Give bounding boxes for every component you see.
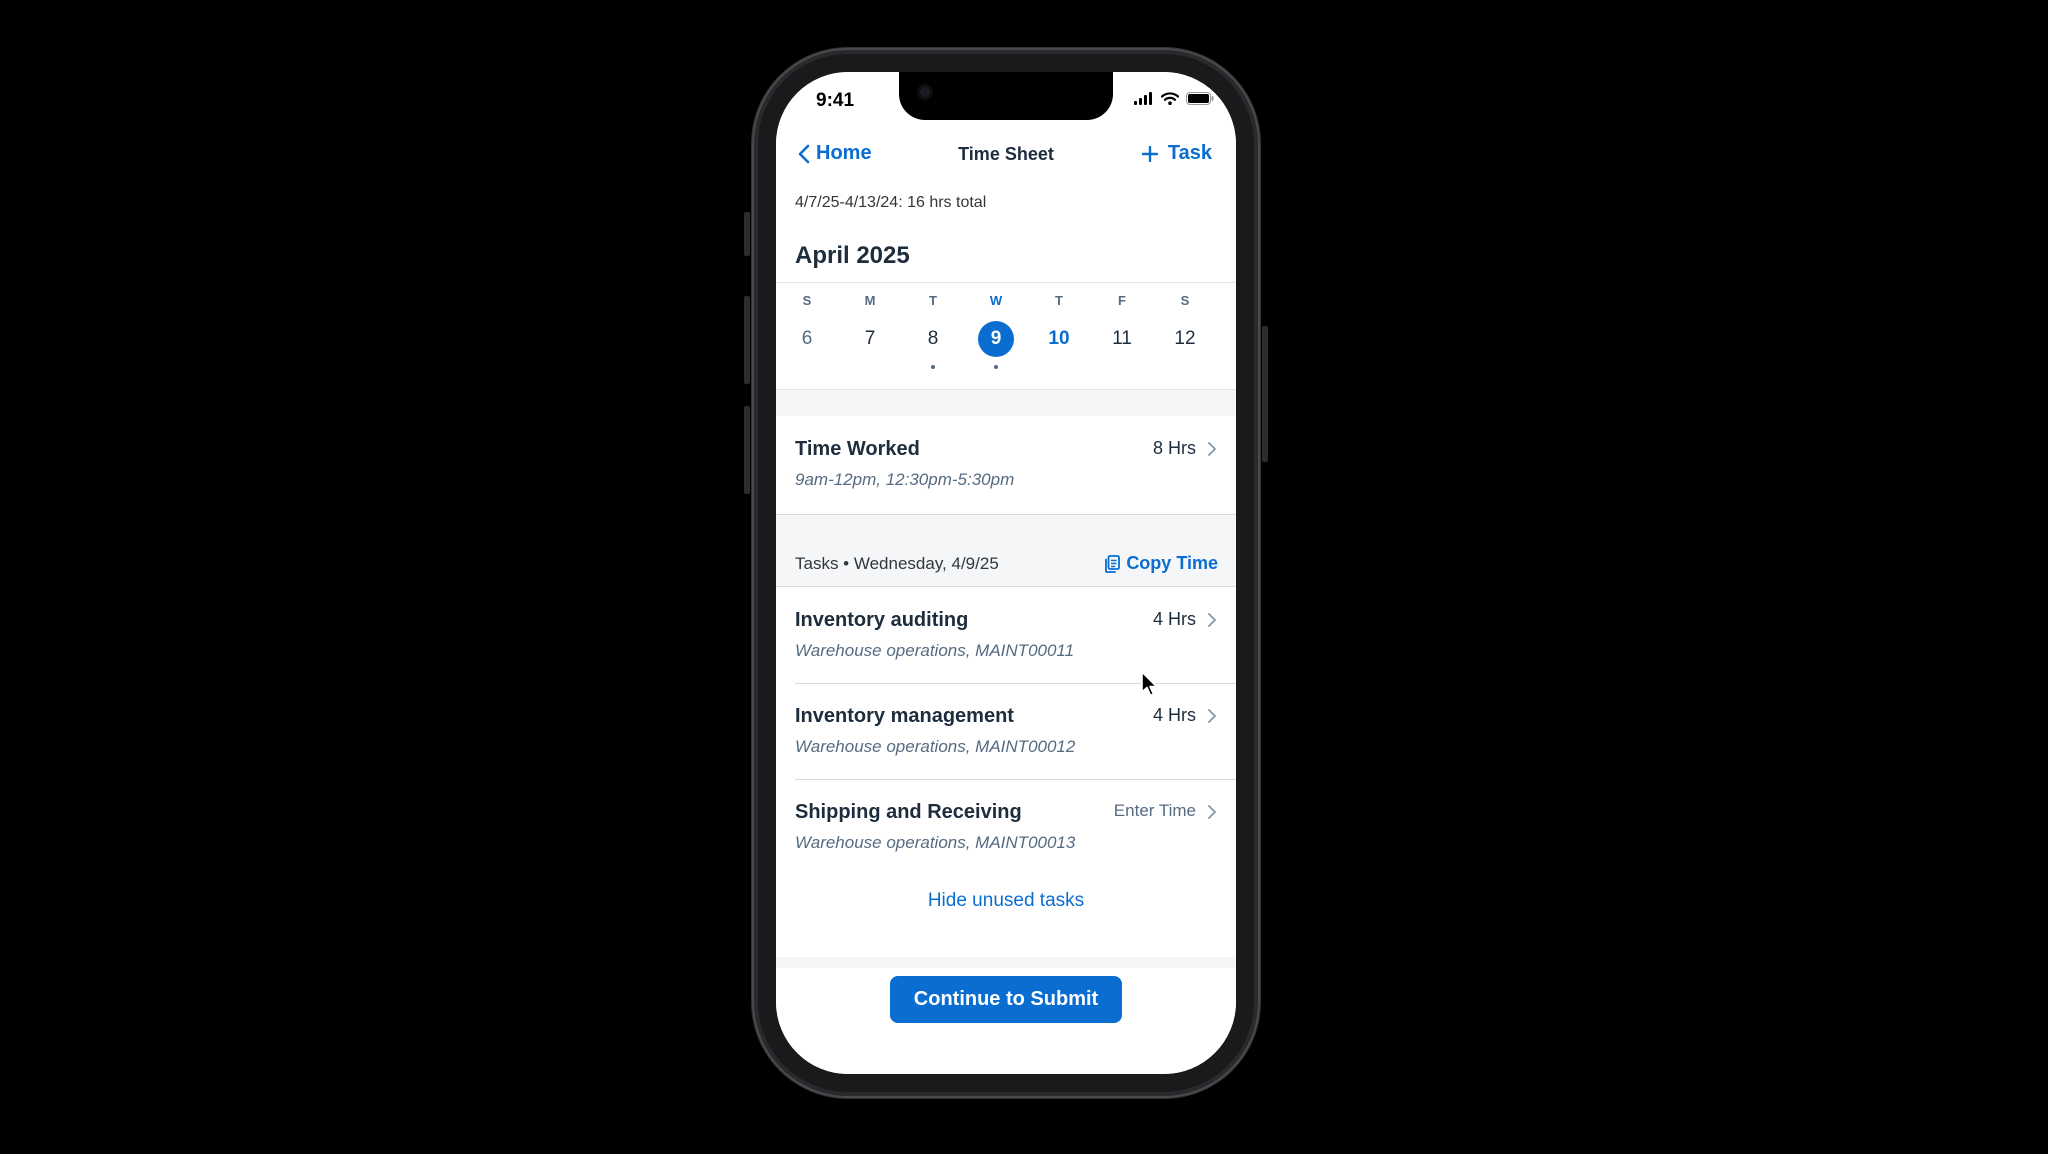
task-subtitle: Warehouse operations, MAINT00012 <box>795 737 1076 756</box>
copy-time-label: Copy Time <box>1126 553 1218 573</box>
task-row[interactable]: Shipping and Receiving Warehouse operati… <box>776 779 1236 875</box>
calendar-column: W 9 <box>965 283 1027 389</box>
calendar-day[interactable]: 8 <box>915 321 951 357</box>
task-subtitle: Warehouse operations, MAINT00011 <box>795 641 1075 660</box>
weekday-label: W <box>989 293 1003 308</box>
time-worked-card: Time Worked 9am-12pm, 12:30pm-5:30pm 8 H… <box>776 416 1236 515</box>
task-hours: 4 Hrs <box>1152 705 1196 725</box>
task-row[interactable]: Inventory auditing Warehouse operations,… <box>776 587 1236 683</box>
time-worked-subtitle: 9am-12pm, 12:30pm-5:30pm <box>795 470 1015 489</box>
calendar-day-today[interactable]: 10 <box>1041 321 1077 357</box>
chevron-right-icon <box>1208 613 1216 627</box>
chevron-right-icon <box>1208 442 1216 456</box>
calendar-column: F 11 <box>1091 283 1153 389</box>
task-enter-time: Enter Time <box>1113 801 1196 820</box>
plus-icon <box>1141 145 1158 162</box>
task-row[interactable]: Inventory management Warehouse operation… <box>776 683 1236 779</box>
calendar-column: T 8 <box>902 283 964 389</box>
chevron-right-icon <box>1208 709 1216 723</box>
time-worked-row[interactable]: Time Worked 9am-12pm, 12:30pm-5:30pm 8 H… <box>776 416 1236 512</box>
calendar-column: S 12 <box>1154 283 1216 389</box>
mouse-cursor-icon <box>1141 671 1158 697</box>
chevron-right-icon <box>1208 805 1216 819</box>
calendar-column: M 7 <box>839 283 901 389</box>
weekday-label: F <box>1118 293 1126 308</box>
notch <box>899 72 1113 120</box>
task-subtitle: Warehouse operations, MAINT00013 <box>795 833 1076 852</box>
week-calendar: S 6 M 7 T 8 W 9 T 10 F 11 S 12 <box>776 282 1236 390</box>
app-screen: 9:41 Home Time Sheet Task 4/7/25-4/13/24… <box>776 72 1236 1074</box>
calendar-day[interactable]: 12 <box>1167 321 1203 357</box>
weekday-label: M <box>864 293 876 308</box>
task-title: Inventory auditing <box>795 609 969 631</box>
tasks-section-header: Tasks • Wednesday, 4/9/25 Copy Time <box>776 542 1236 587</box>
battery-icon <box>1186 92 1214 105</box>
has-entries-dot <box>931 365 935 369</box>
weekday-label: S <box>802 293 812 308</box>
task-hours: 4 Hrs <box>1152 609 1196 629</box>
month-title: April 2025 <box>795 242 910 269</box>
power-button <box>1262 326 1268 462</box>
volume-down-button <box>744 406 750 494</box>
continue-to-submit-button[interactable]: Continue to Submit <box>890 976 1122 1023</box>
add-task-button[interactable]: Task <box>1141 142 1212 165</box>
wifi-icon <box>1161 92 1179 105</box>
calendar-day[interactable]: 7 <box>852 321 888 357</box>
calendar-column: T 10 <box>1028 283 1090 389</box>
calendar-day[interactable]: 6 <box>789 321 825 357</box>
copy-time-button[interactable]: Copy Time <box>1104 553 1218 574</box>
weekday-label: T <box>1055 293 1063 308</box>
calendar-day-selected[interactable]: 9 <box>978 321 1014 357</box>
time-worked-hours: 8 Hrs <box>1152 438 1196 458</box>
status-icons <box>1134 92 1214 105</box>
camera-icon <box>917 84 933 100</box>
weekday-label: T <box>929 293 937 308</box>
volume-up-button <box>744 296 750 384</box>
task-title: Shipping and Receiving <box>795 801 1022 823</box>
task-title: Inventory management <box>795 705 1014 727</box>
status-time: 9:41 <box>816 90 855 111</box>
copy-icon <box>1105 554 1121 573</box>
mute-switch <box>744 212 750 256</box>
time-worked-title: Time Worked <box>795 438 920 460</box>
week-summary: 4/7/25-4/13/24: 16 hrs total <box>795 194 987 211</box>
cellular-signal-icon <box>1134 92 1152 105</box>
calendar-column: S 6 <box>776 283 838 389</box>
add-task-label: Task <box>1167 142 1212 164</box>
has-entries-dot <box>994 365 998 369</box>
calendar-day[interactable]: 11 <box>1104 321 1140 357</box>
hide-unused-tasks-link[interactable]: Hide unused tasks <box>776 890 1236 912</box>
tasks-date-label: Tasks • Wednesday, 4/9/25 <box>795 554 999 573</box>
weekday-label: S <box>1180 293 1190 308</box>
